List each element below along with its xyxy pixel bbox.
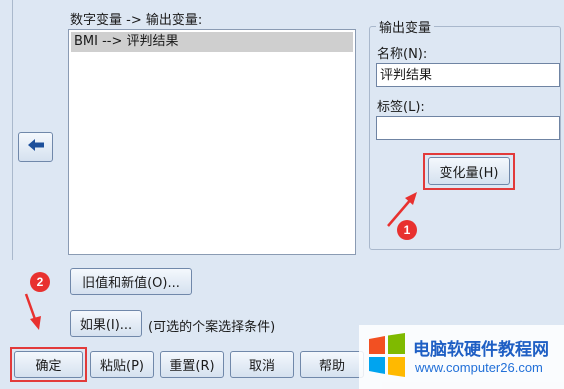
paste-button[interactable]: 粘贴(P)	[90, 351, 154, 378]
ok-button[interactable]: 确定	[14, 351, 83, 378]
arrow-left-icon	[27, 138, 45, 156]
windows-logo-icon	[369, 333, 405, 377]
annotation-badge-2: 2	[30, 272, 50, 292]
list-item[interactable]: BMI --> 评判结果	[71, 32, 353, 52]
if-button-label: 如果(I)...	[79, 318, 133, 333]
label-field[interactable]	[376, 116, 560, 140]
reset-button[interactable]: 重置(R)	[160, 351, 224, 378]
if-hint-text: (可选的个案选择条件)	[148, 320, 276, 335]
left-panel-edge	[0, 0, 13, 260]
move-left-button[interactable]	[18, 132, 53, 162]
name-field[interactable]: 评判结果	[376, 63, 560, 87]
watermark-url: www.computer26.com	[415, 360, 543, 375]
name-label: 名称(N):	[377, 47, 428, 62]
output-group-title: 输出变量	[376, 17, 435, 36]
help-button[interactable]: 帮助	[300, 351, 364, 378]
annotation-arrow-2	[24, 293, 41, 330]
change-button-label: 变化量(H)	[439, 165, 499, 181]
label-label: 标签(L):	[377, 100, 425, 115]
help-button-label: 帮助	[318, 359, 345, 374]
mapping-listbox[interactable]: BMI --> 评判结果	[68, 29, 356, 255]
old-new-values-button[interactable]: 旧值和新值(O)...	[70, 268, 192, 295]
watermark: 电脑软硬件教程网 www.computer26.com	[359, 325, 564, 389]
change-button[interactable]: 变化量(H)	[428, 157, 510, 185]
reset-button-label: 重置(R)	[169, 359, 215, 374]
ok-button-label: 确定	[35, 359, 62, 374]
paste-button-label: 粘贴(P)	[100, 359, 144, 374]
list-title: 数字变量 -> 输出变量:	[70, 13, 203, 28]
watermark-name: 电脑软硬件教程网	[413, 340, 549, 360]
old-new-values-label: 旧值和新值(O)...	[82, 276, 180, 291]
cancel-button-label: 取消	[248, 359, 275, 374]
if-button[interactable]: 如果(I)...	[70, 310, 142, 337]
cancel-button[interactable]: 取消	[230, 351, 294, 378]
annotation-badge-1: 1	[397, 220, 417, 240]
